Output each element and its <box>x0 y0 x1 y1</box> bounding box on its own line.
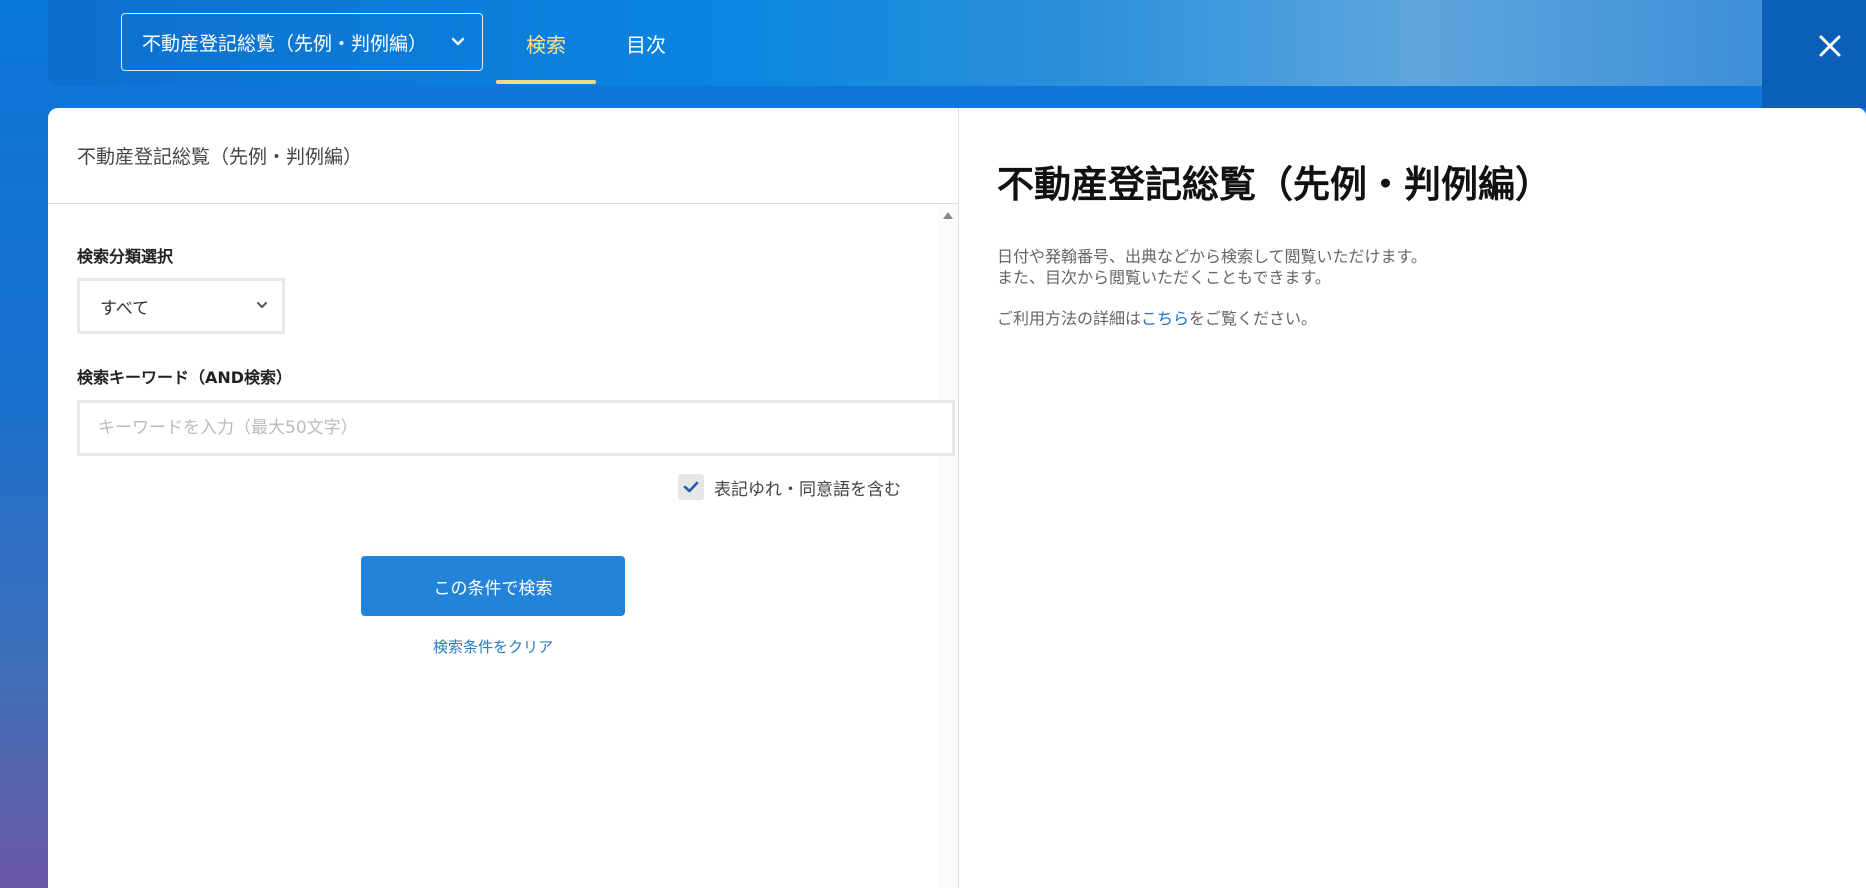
synonym-label: 表記ゆれ・同意語を含む <box>714 479 901 500</box>
scroll-up-arrow-icon[interactable] <box>943 212 953 219</box>
close-area <box>1762 0 1866 108</box>
usage-link[interactable]: こちら <box>1141 309 1189 328</box>
close-button[interactable] <box>1810 26 1850 66</box>
top-bar: 不動産登記総覧（先例・判例編） 検索 目次 <box>48 0 1762 86</box>
category-label: 検索分類選択 <box>77 247 174 266</box>
book-selector[interactable]: 不動産登記総覧（先例・判例編） <box>121 13 483 71</box>
close-icon <box>1819 35 1841 57</box>
clear-conditions-link[interactable]: 検索条件をクリア <box>361 636 625 657</box>
keyword-input[interactable] <box>77 400 955 456</box>
category-select[interactable]: すべて <box>77 278 285 334</box>
search-panel: 不動産登記総覧（先例・判例編） 検索分類選択 すべて 検索キーワード（AND検索… <box>48 108 959 888</box>
usage-note: ご利用方法の詳細はこちらをご覧ください。 <box>997 308 1317 329</box>
description-line: 日付や発翰番号、出典などから検索して閲覧いただけます。 <box>997 247 1427 266</box>
description-line: また、目次から閲覧いただくこともできます。 <box>997 268 1331 287</box>
synonym-checkbox[interactable]: 表記ゆれ・同意語を含む <box>678 473 901 501</box>
info-description: 日付や発翰番号、出典などから検索して閲覧いただけます。 また、目次から閲覧いただ… <box>997 246 1427 288</box>
check-icon <box>683 481 699 493</box>
chevron-down-icon <box>257 302 267 308</box>
search-button[interactable]: この条件で検索 <box>361 556 625 616</box>
category-select-value: すべて <box>100 298 150 319</box>
checkbox[interactable] <box>678 474 704 500</box>
info-title: 不動産登記総覧（先例・判例編） <box>997 163 1552 206</box>
tab-search[interactable]: 検索 <box>496 0 596 86</box>
scrollbar[interactable] <box>938 205 958 888</box>
main-panel: 不動産登記総覧（先例・判例編） 検索分類選択 すべて 検索キーワード（AND検索… <box>48 108 1866 888</box>
info-panel: 不動産登記総覧（先例・判例編） 日付や発翰番号、出典などから検索して閲覧いただけ… <box>959 108 1866 888</box>
tab-toc-label: 目次 <box>626 32 666 57</box>
keyword-label: 検索キーワード（AND検索） <box>77 368 293 387</box>
search-panel-title: 不動産登記総覧（先例・判例編） <box>48 108 958 204</box>
usage-suffix: をご覧ください。 <box>1189 309 1318 328</box>
book-selector-label: 不動産登記総覧（先例・判例編） <box>142 32 428 55</box>
chevron-down-icon <box>451 37 465 46</box>
tab-toc[interactable]: 目次 <box>606 0 686 86</box>
tab-search-label: 検索 <box>526 32 566 57</box>
usage-prefix: ご利用方法の詳細は <box>997 309 1142 328</box>
